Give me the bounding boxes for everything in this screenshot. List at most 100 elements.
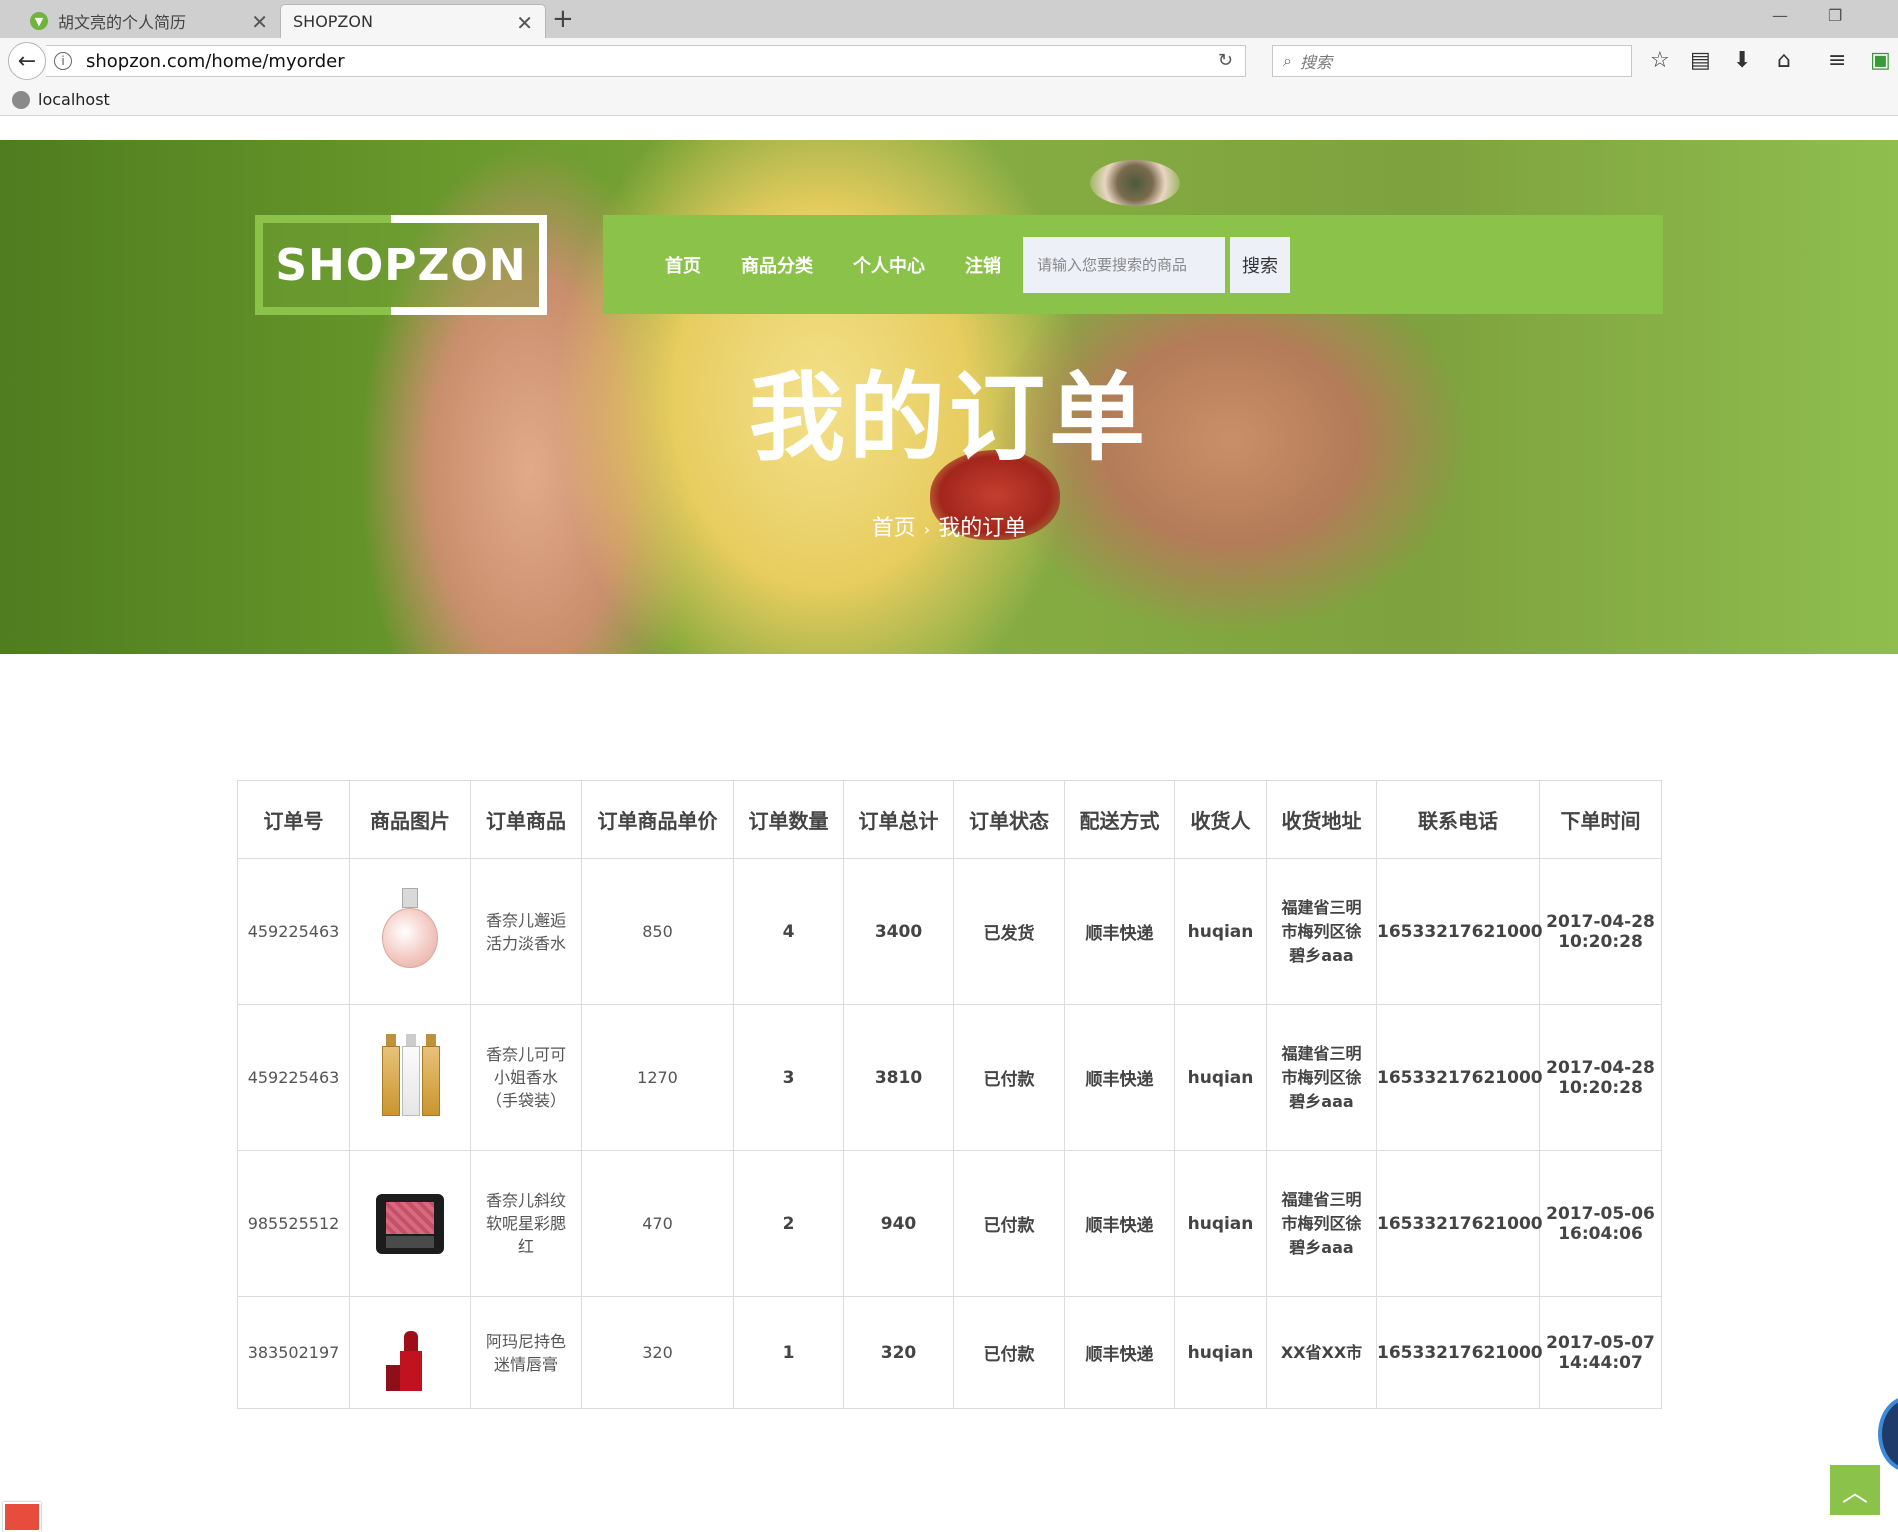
blush-compact-image[interactable]	[370, 1174, 450, 1270]
close-tab-icon[interactable]: ✕	[251, 10, 268, 34]
order-date: 2017-05-07	[1546, 1332, 1655, 1353]
unit-price: 320	[581, 1296, 734, 1409]
browser-search-placeholder: 搜索	[1299, 53, 1332, 72]
breadcrumb: 首页 › 我的订单	[0, 510, 1898, 542]
menu-item-logout[interactable]: 注销	[965, 252, 1001, 278]
table-row: 459225463 香奈儿可可小姐香水（手袋装） 1270 3 3810 已付款…	[237, 1004, 1662, 1151]
product-image-cell	[349, 858, 471, 1005]
product-search-input[interactable]	[1023, 236, 1225, 293]
order-time: 2017-05-06 16:04:06	[1539, 1150, 1662, 1297]
reading-list-icon[interactable]: ▤	[1690, 48, 1711, 73]
browser-tab-shopzon[interactable]: SHOPZON ✕	[280, 4, 546, 38]
column-header: 订单状态	[953, 780, 1065, 859]
product-name[interactable]: 香奈儿邂逅活力淡香水	[470, 858, 582, 1005]
page-title: 我的订单	[749, 362, 1149, 474]
receiver: huqian	[1174, 1296, 1267, 1409]
product-image-cell	[349, 1004, 471, 1151]
site-info-icon[interactable]: i	[54, 52, 72, 70]
bookmark-star-icon[interactable]: ☆	[1650, 48, 1670, 73]
back-arrow-icon[interactable]: ←	[8, 42, 46, 80]
shipping-address: 福建省三明市梅列区徐碧乡aaa	[1266, 858, 1377, 1005]
shipping-method: 顺丰快递	[1064, 858, 1175, 1005]
table-header-row: 订单号 商品图片 订单商品 订单商品单价 订单数量 订单总计 订单状态 配送方式…	[237, 780, 1662, 859]
column-header: 收货人	[1174, 780, 1267, 859]
tab-title: SHOPZON	[293, 12, 373, 31]
product-image-cell	[349, 1150, 471, 1297]
shipping-method: 顺丰快递	[1064, 1150, 1175, 1297]
shipping-address: 福建省三明市梅列区徐碧乡aaa	[1266, 1150, 1377, 1297]
order-time: 2017-05-07 14:44:07	[1539, 1296, 1662, 1409]
menu-item-user-center[interactable]: 个人中心	[853, 252, 925, 278]
phone: 16533217621000	[1376, 1150, 1543, 1297]
menu-item-home[interactable]: 首页	[665, 252, 701, 278]
browser-tab-resume[interactable]: ▼ 胡文亮的个人简历 ✕	[8, 4, 280, 38]
lipstick-image[interactable]	[370, 1303, 450, 1399]
breadcrumb-separator: ›	[923, 520, 931, 539]
new-tab-icon[interactable]: +	[552, 4, 574, 34]
order-time: 2017-04-28 10:20:28	[1539, 858, 1662, 1005]
quantity: 3	[733, 1004, 844, 1151]
shopzon-logo[interactable]: SHOPZON	[255, 215, 547, 315]
corner-app-icon[interactable]	[3, 1502, 41, 1532]
product-search-button[interactable]: 搜索	[1230, 236, 1290, 293]
twin-perfume-bottles-image[interactable]	[370, 1028, 450, 1124]
breadcrumb-current: 我的订单	[938, 516, 1027, 541]
quantity: 1	[733, 1296, 844, 1409]
main-menu: 首页 商品分类 个人中心 注销 搜索	[603, 215, 1663, 314]
order-status: 已付款	[953, 1296, 1065, 1409]
unit-price: 470	[581, 1150, 734, 1297]
order-total: 320	[843, 1296, 954, 1409]
chat-widget-icon[interactable]	[1878, 1396, 1898, 1472]
download-arrow-icon[interactable]: ⬇	[1733, 48, 1751, 73]
order-id: 459225463	[237, 1004, 350, 1151]
order-date: 2017-04-28	[1546, 911, 1655, 932]
restore-window-icon[interactable]: ❐	[1828, 6, 1842, 25]
address-bar[interactable]: i shopzon.com/home/myorder ↻	[46, 45, 1246, 77]
column-header: 配送方式	[1064, 780, 1175, 859]
column-header: 联系电话	[1376, 780, 1540, 859]
home-icon[interactable]: ⌂	[1777, 48, 1791, 73]
extension-icon[interactable]: ▣	[1870, 48, 1891, 73]
order-total: 940	[843, 1150, 954, 1297]
product-name[interactable]: 香奈儿斜纹软呢星彩腮红	[470, 1150, 582, 1297]
receiver: huqian	[1174, 1004, 1267, 1151]
back-to-top-chevron-icon[interactable]: ︿	[1830, 1465, 1880, 1515]
quantity: 2	[733, 1150, 844, 1297]
receiver: huqian	[1174, 858, 1267, 1005]
globe-icon	[12, 90, 30, 109]
column-header: 收货地址	[1266, 780, 1377, 859]
tab-favicon-icon: ▼	[30, 12, 48, 30]
column-header: 下单时间	[1539, 780, 1662, 859]
product-image-cell	[349, 1296, 471, 1409]
breadcrumb-home-link[interactable]: 首页	[872, 516, 916, 541]
order-status: 已发货	[953, 858, 1065, 1005]
url-text: shopzon.com/home/myorder	[86, 50, 345, 72]
menu-hamburger-icon[interactable]: ≡	[1828, 48, 1846, 73]
perfume-bottle-image[interactable]	[370, 882, 450, 978]
column-header: 商品图片	[349, 780, 471, 859]
product-name[interactable]: 阿玛尼持色迷情唇膏	[470, 1296, 582, 1409]
table-row: 985525512 香奈儿斜纹软呢星彩腮红 470 2 940 已付款 顺丰快递…	[237, 1150, 1662, 1297]
tab-title: 胡文亮的个人简历	[58, 13, 187, 32]
phone: 16533217621000	[1376, 1296, 1543, 1409]
reload-icon[interactable]: ↻	[1218, 50, 1233, 71]
order-status: 已付款	[953, 1150, 1065, 1297]
browser-search-field[interactable]: ⌕ 搜索	[1272, 45, 1632, 77]
order-clock-time: 16:04:06	[1558, 1223, 1643, 1244]
phone: 16533217621000	[1376, 858, 1543, 1005]
product-name[interactable]: 香奈儿可可小姐香水（手袋装）	[470, 1004, 582, 1151]
minimize-window-icon[interactable]: —	[1772, 6, 1788, 25]
unit-price: 850	[581, 858, 734, 1005]
shipping-method: 顺丰快递	[1064, 1004, 1175, 1151]
column-header: 订单号	[237, 780, 350, 859]
shipping-address: 福建省三明市梅列区徐碧乡aaa	[1266, 1004, 1377, 1151]
order-clock-time: 14:44:07	[1558, 1352, 1643, 1373]
close-tab-icon[interactable]: ✕	[516, 11, 533, 35]
orders-table: 订单号 商品图片 订单商品 订单商品单价 订单数量 订单总计 订单状态 配送方式…	[237, 780, 1662, 1409]
unit-price: 1270	[581, 1004, 734, 1151]
menu-item-categories[interactable]: 商品分类	[741, 252, 813, 278]
bookmark-localhost[interactable]: localhost	[38, 90, 110, 109]
shipping-address: XX省XX市	[1266, 1296, 1377, 1409]
receiver: huqian	[1174, 1150, 1267, 1297]
order-id: 459225463	[237, 858, 350, 1005]
